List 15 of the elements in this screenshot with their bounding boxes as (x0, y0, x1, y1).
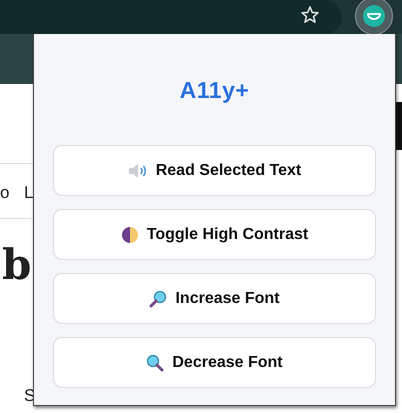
speaker-icon (128, 162, 148, 178)
nav-link[interactable]: L (24, 183, 34, 203)
page-heading: b (2, 244, 32, 286)
cup-logo-icon (363, 5, 385, 27)
popup-title: A11y+ (178, 76, 250, 104)
extension-button[interactable] (355, 0, 393, 35)
bookmark-star-icon[interactable] (300, 5, 320, 25)
action-button[interactable]: Increase Font (53, 273, 376, 324)
action-button[interactable]: Read Selected Text (53, 145, 376, 196)
magnifier-icon (149, 290, 168, 308)
action-button[interactable]: Toggle High Contrast (53, 209, 376, 260)
half-circle-icon (120, 226, 139, 244)
action-button[interactable]: Decrease Font (53, 337, 376, 388)
nav-link[interactable]: o (0, 183, 10, 203)
search-icon (146, 354, 164, 372)
